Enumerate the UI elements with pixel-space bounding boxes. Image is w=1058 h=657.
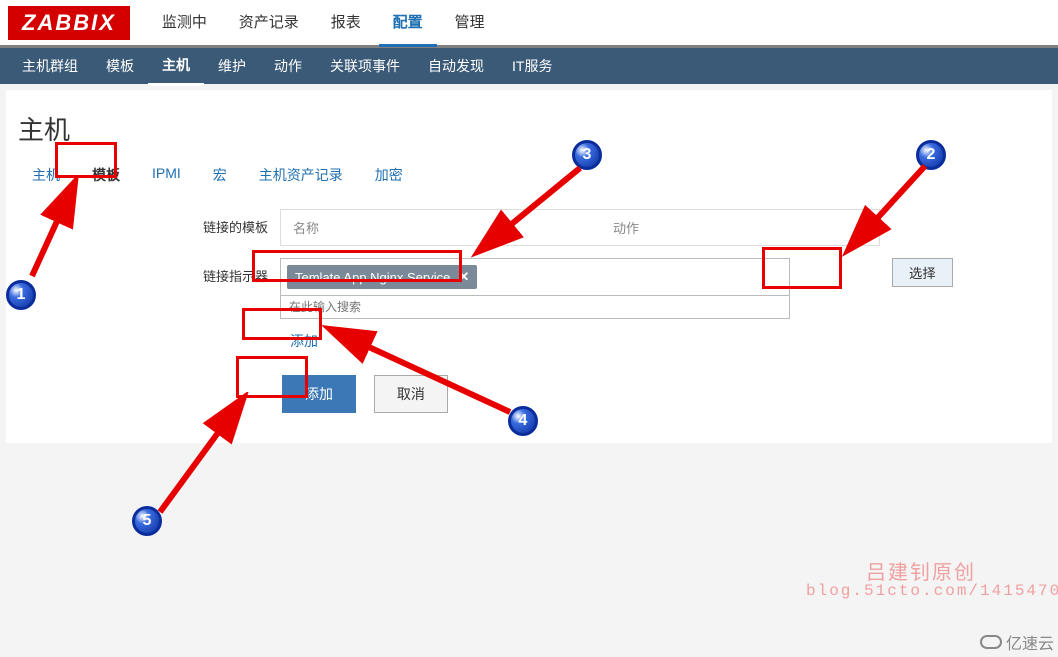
top-bar: ZABBIX 监测中 资产记录 报表 配置 管理 — [0, 0, 1058, 48]
annotation-badge-5: 5 — [132, 506, 162, 536]
tab-encryption[interactable]: 加密 — [361, 159, 417, 191]
tab-ipmi[interactable]: IPMI — [138, 159, 195, 191]
topnav-admin[interactable]: 管理 — [441, 0, 499, 44]
zabbix-logo[interactable]: ZABBIX — [8, 6, 130, 40]
tab-macros[interactable]: 宏 — [199, 159, 241, 191]
subnav-discovery[interactable]: 自动发现 — [414, 48, 498, 84]
brand-text: 亿速云 — [1006, 630, 1054, 654]
topnav-inventory[interactable]: 资产记录 — [225, 0, 313, 44]
subnav-correlation[interactable]: 关联项事件 — [316, 48, 414, 84]
linked-templates-table: 名称 动作 — [280, 209, 880, 246]
col-action: 动作 — [601, 210, 651, 245]
page-title: 主机 — [18, 102, 1040, 159]
tab-host[interactable]: 主机 — [18, 159, 74, 191]
subnav-hosts[interactable]: 主机 — [148, 47, 204, 86]
subnav-maintenance[interactable]: 维护 — [204, 48, 260, 84]
topnav-monitoring[interactable]: 监测中 — [148, 0, 221, 44]
top-nav: 监测中 资产记录 报表 配置 管理 — [148, 0, 499, 47]
cancel-button[interactable]: 取消 — [374, 375, 448, 413]
subnav-hostgroups[interactable]: 主机群组 — [8, 48, 92, 84]
tab-template[interactable]: 模板 — [78, 159, 134, 191]
indicator-container: Temlate App Nginx Service ✕ 添加 — [280, 258, 880, 357]
topnav-reports[interactable]: 报表 — [317, 0, 375, 44]
button-row: 添加 取消 — [282, 375, 1040, 413]
submit-add-button[interactable]: 添加 — [282, 375, 356, 413]
linked-templates-row: 链接的模板 名称 动作 — [178, 209, 1040, 246]
cloud-icon — [980, 635, 1002, 649]
subnav-templates[interactable]: 模板 — [92, 48, 148, 84]
sub-nav-bar: 主机群组 模板 主机 维护 动作 关联项事件 自动发现 IT服务 — [0, 48, 1058, 84]
select-button[interactable]: 选择 — [892, 258, 953, 287]
col-name: 名称 — [281, 210, 601, 245]
watermark-brand: 亿速云 — [980, 630, 1054, 654]
topnav-config[interactable]: 配置 — [379, 0, 437, 47]
subnav-actions[interactable]: 动作 — [260, 48, 316, 84]
host-tabs: 主机 模板 IPMI 宏 主机资产记录 加密 — [18, 159, 1040, 191]
watermark-blog: blog.51cto.com/14154700 — [806, 582, 1058, 600]
subnav-itservices[interactable]: IT服务 — [498, 48, 566, 84]
template-search-input[interactable] — [280, 295, 790, 319]
selected-template-tag[interactable]: Temlate App Nginx Service ✕ — [287, 265, 477, 289]
link-indicator-label: 链接指示器 — [178, 258, 268, 285]
content-panel: 主机 主机 模板 IPMI 宏 主机资产记录 加密 链接的模板 名称 动作 链接… — [6, 90, 1052, 443]
linked-templates-label: 链接的模板 — [178, 209, 268, 236]
add-template-link[interactable]: 添加 — [280, 325, 328, 357]
template-form: 链接的模板 名称 动作 链接指示器 Temlate App Nginx Serv… — [18, 209, 1040, 413]
template-multiselect[interactable]: Temlate App Nginx Service ✕ — [280, 258, 790, 295]
link-indicator-row: 链接指示器 Temlate App Nginx Service ✕ 添加 — [178, 258, 1040, 357]
remove-tag-icon[interactable]: ✕ — [458, 269, 469, 285]
tag-label: Temlate App Nginx Service — [295, 270, 450, 285]
tab-inventory[interactable]: 主机资产记录 — [245, 159, 357, 191]
